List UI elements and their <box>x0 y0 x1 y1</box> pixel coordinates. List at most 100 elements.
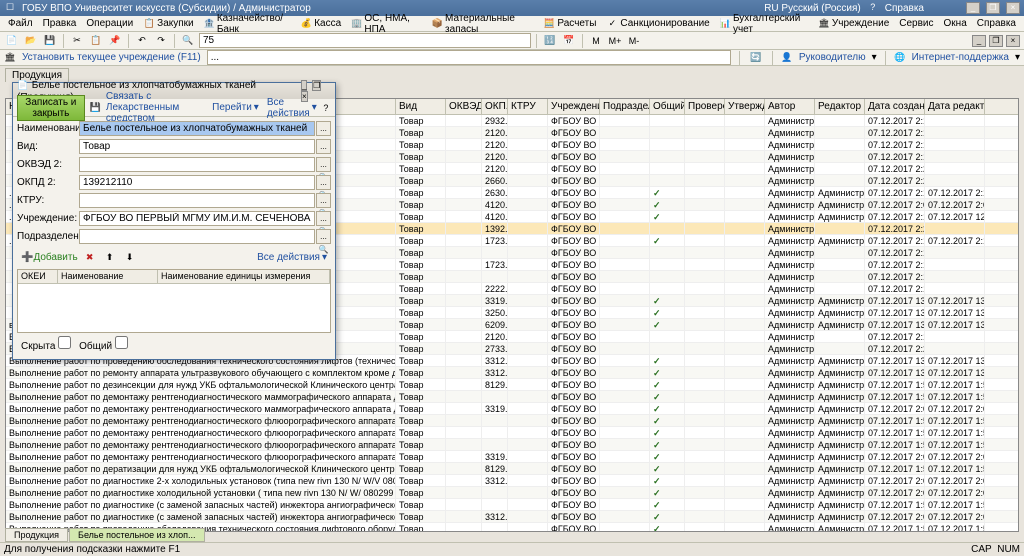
menu-service[interactable]: Сервис <box>895 17 937 30</box>
help-icon[interactable]: ? <box>867 2 879 14</box>
col-vid[interactable]: Вид <box>396 99 446 114</box>
new-doc-icon[interactable]: 📄 <box>4 33 20 49</box>
table-row[interactable]: Выполнение работ по демонтажу рентгеноди… <box>6 415 1018 427</box>
calendar-icon[interactable]: 📅 <box>561 33 577 49</box>
col-sozd[interactable]: Дата создания <box>865 99 925 114</box>
menu-help[interactable]: Справка <box>973 17 1020 30</box>
menu-windows[interactable]: Окна <box>940 17 971 30</box>
paste-icon[interactable]: 📌 <box>107 33 123 49</box>
sub-grid[interactable]: ОКЕИ Наименование Наименование единицы и… <box>17 269 331 333</box>
m-minus-icon[interactable]: M- <box>626 33 642 49</box>
undo-icon[interactable]: ↶ <box>134 33 150 49</box>
save-icon[interactable]: 💾 <box>89 100 102 116</box>
restore-button[interactable]: ❐ <box>986 2 1000 14</box>
menu-materials[interactable]: 📦Материальные запасы <box>428 12 538 36</box>
dialog-minimize[interactable]: _ <box>301 80 307 91</box>
menu-edit[interactable]: Правка <box>39 17 81 30</box>
ktru-lookup-button[interactable]: ...🔍 <box>316 193 331 208</box>
menu-treasury[interactable]: 🏦Казначейство/Банк <box>200 12 295 36</box>
all-actions-link[interactable]: Все действия▾ <box>267 97 317 119</box>
table-row[interactable]: Выполнение работ по демонтажу рентгеноди… <box>6 391 1018 403</box>
find-icon[interactable]: 🔍 <box>180 33 196 49</box>
col-red[interactable]: Редактор <box>815 99 865 114</box>
col-ktru[interactable]: КТРУ <box>508 99 548 114</box>
copy-icon[interactable]: 📋 <box>88 33 104 49</box>
table-row[interactable]: Выполнение работ по диагностике холодиль… <box>6 487 1018 499</box>
table-row[interactable]: Выполнение работ по диагностике (с замен… <box>6 511 1018 523</box>
sub-col-unit[interactable]: Наименование единицы измерения <box>158 270 330 283</box>
menu-kassa[interactable]: 💰Касса <box>296 17 345 31</box>
m-plus-icon[interactable]: M+ <box>607 33 623 49</box>
add-link[interactable]: ➕Добавить <box>21 252 78 263</box>
cut-icon[interactable]: ✂ <box>69 33 85 49</box>
name-input[interactable] <box>79 121 315 136</box>
help-icon[interactable]: ? <box>321 100 331 116</box>
uchr-lookup-button[interactable]: ...🔍 <box>316 211 331 226</box>
col-prov[interactable]: Проверен <box>685 99 725 114</box>
podr-input[interactable] <box>79 229 315 244</box>
menu-org[interactable]: 🏛Учреждение <box>814 17 893 31</box>
podr-lookup-button[interactable]: ...🔍 <box>316 229 331 244</box>
col-utv[interactable]: Утвержден <box>725 99 765 114</box>
okpd-lookup-button[interactable]: ...🔍 <box>316 175 331 190</box>
set-org-link[interactable]: Установить текущее учреждение (F11) <box>22 52 201 63</box>
table-row[interactable]: Выполнение работ по диагностике 2-х холо… <box>6 475 1018 487</box>
vid-lookup-button[interactable]: ... <box>316 139 331 154</box>
goto-link[interactable]: Перейти▾ <box>212 102 259 113</box>
tab-current[interactable]: Белье постельное из хлоп... <box>69 528 204 542</box>
table-row[interactable]: Выполнение работ по демонтажу рентгеноди… <box>6 451 1018 463</box>
col-uchr[interactable]: Учреждение <box>548 99 600 114</box>
m-icon[interactable]: M <box>588 33 604 49</box>
close-button[interactable]: × <box>1006 2 1020 14</box>
menu-file[interactable]: Файл <box>4 17 37 30</box>
link-meds[interactable]: Связать с Лекарственным средством <box>106 91 208 124</box>
uchr-input[interactable] <box>79 211 315 226</box>
menu-calc[interactable]: 🧮Расчеты <box>539 17 600 31</box>
refresh-icon[interactable]: 🔄 <box>748 50 764 66</box>
help-link[interactable]: Справка <box>885 3 924 14</box>
sub-col-okei[interactable]: ОКЕИ <box>18 270 58 283</box>
table-row[interactable]: Выполнение работ по ремонту аппарата уль… <box>6 367 1018 379</box>
all-actions2-link[interactable]: Все действия▾ <box>257 252 327 263</box>
dialog-maximize[interactable]: ❐ <box>312 80 321 91</box>
mdi-restore[interactable]: ❐ <box>989 35 1003 47</box>
skryta-check[interactable]: Скрыта <box>21 336 71 352</box>
tab-products[interactable]: Продукция <box>5 528 68 542</box>
internet-link[interactable]: Интернет-поддержка <box>912 52 1009 63</box>
save-close-button[interactable]: Записать и закрыть <box>17 95 85 121</box>
col-obsh[interactable]: Общий <box>650 99 685 114</box>
minimize-button[interactable]: _ <box>966 2 980 14</box>
delete-icon[interactable]: ✖ <box>82 249 98 265</box>
vid-input[interactable] <box>79 139 315 154</box>
menu-os[interactable]: 🏢ОС, НМА, НПА <box>347 12 426 36</box>
calc-icon[interactable]: 🔢 <box>542 33 558 49</box>
col-okpd[interactable]: ОКП... <box>482 99 508 114</box>
mdi-minimize[interactable]: _ <box>972 35 986 47</box>
col-redt[interactable]: Дата редактирования <box>925 99 985 114</box>
col-podr[interactable]: Подразделение <box>600 99 650 114</box>
redo-icon[interactable]: ↷ <box>153 33 169 49</box>
okvd-lookup-button[interactable]: ...🔍 <box>316 157 331 172</box>
col-okvd[interactable]: ОКВЭД 2 <box>446 99 482 114</box>
menu-accounting[interactable]: 📊Бухгалтерский учет <box>716 12 812 36</box>
okvd-input[interactable] <box>79 157 315 172</box>
table-row[interactable]: Выполнение работ по демонтажу рентгеноди… <box>6 439 1018 451</box>
table-row[interactable]: Выполнение работ по дезинсекции для нужд… <box>6 379 1018 391</box>
up-icon[interactable]: ⬆ <box>102 249 118 265</box>
okpd-input[interactable] <box>79 175 315 190</box>
manager-link[interactable]: Руководителю <box>799 52 866 63</box>
menu-zakupki[interactable]: 📋Закупки <box>139 17 197 31</box>
menu-ops[interactable]: Операции <box>82 17 137 30</box>
down-icon[interactable]: ⬇ <box>122 249 138 265</box>
zoom-input[interactable] <box>199 33 531 48</box>
ktru-input[interactable] <box>79 193 315 208</box>
table-row[interactable]: Выполнение работ по демонтажу рентгеноди… <box>6 427 1018 439</box>
table-row[interactable]: Выполнение работ по диагностике (с замен… <box>6 499 1018 511</box>
obshiy-check[interactable]: Общий <box>79 336 128 352</box>
menu-sanction[interactable]: ✓Санкционирование <box>602 17 713 31</box>
open-icon[interactable]: 📂 <box>23 33 39 49</box>
table-row[interactable]: Выполнение работ по демонтажу рентгеноди… <box>6 403 1018 415</box>
sub-col-name[interactable]: Наименование <box>58 270 158 283</box>
org-quick-input[interactable] <box>207 50 731 65</box>
col-author[interactable]: Автор <box>765 99 815 114</box>
